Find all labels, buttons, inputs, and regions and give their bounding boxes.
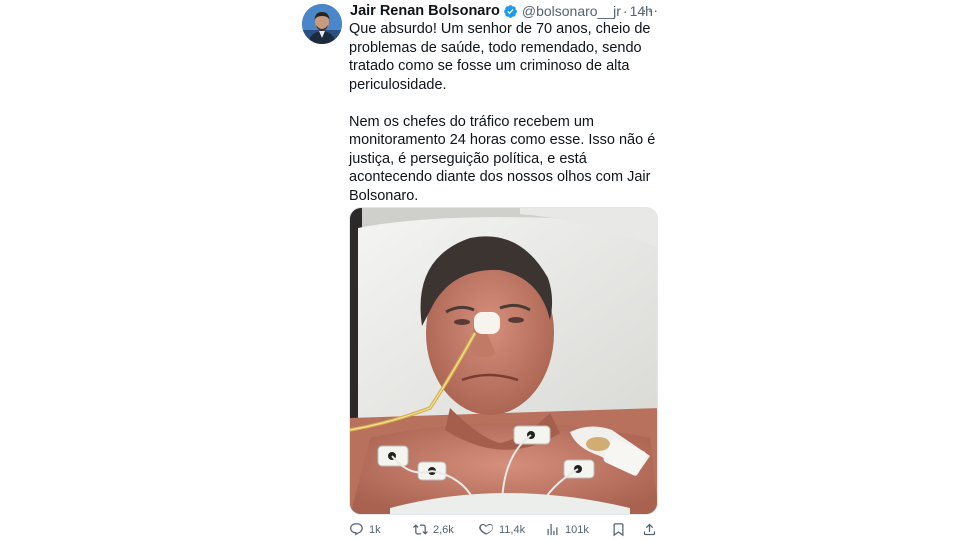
views-button[interactable]: 101k — [545, 522, 589, 537]
repost-button[interactable]: 2,6k — [413, 522, 454, 537]
tweet-photo[interactable] — [349, 207, 658, 515]
reply-icon — [350, 523, 363, 536]
views-icon — [547, 523, 558, 536]
bookmark-icon — [613, 523, 624, 537]
like-icon — [479, 524, 493, 535]
share-icon — [643, 523, 656, 536]
author-handle[interactable]: @bolsonaro__jr — [522, 3, 621, 19]
tweet-text: Que absurdo! Um senhor de 70 anos, cheio… — [349, 20, 661, 205]
tweet-paragraph: Nem os chefes do tráfico recebem um moni… — [349, 113, 656, 204]
avatar[interactable] — [302, 4, 342, 44]
separator-dot: · — [622, 3, 628, 19]
like-count: 11,4k — [499, 523, 526, 536]
tweet-card[interactable]: Jair Renan Bolsonaro @bolsonaro__jr · 14… — [300, 0, 670, 540]
reply-button[interactable]: 1k — [349, 522, 381, 537]
author-name[interactable]: Jair Renan Bolsonaro — [350, 3, 500, 19]
reply-count: 1k — [369, 523, 381, 536]
action-bar: 1k 2,6k 11,4k 101k — [349, 520, 659, 540]
bookmark-button[interactable] — [611, 522, 626, 537]
tweet-paragraph: Que absurdo! Um senhor de 70 anos, cheio… — [349, 21, 651, 93]
views-count: 101k — [565, 523, 589, 536]
share-button[interactable] — [642, 522, 657, 537]
repost-icon — [413, 524, 428, 535]
like-button[interactable]: 11,4k — [479, 522, 525, 537]
more-icon[interactable]: ··· — [642, 2, 659, 18]
repost-count: 2,6k — [433, 523, 454, 536]
verified-badge-icon — [503, 4, 518, 19]
tweet-header: Jair Renan Bolsonaro @bolsonaro__jr · 14… — [350, 2, 653, 20]
